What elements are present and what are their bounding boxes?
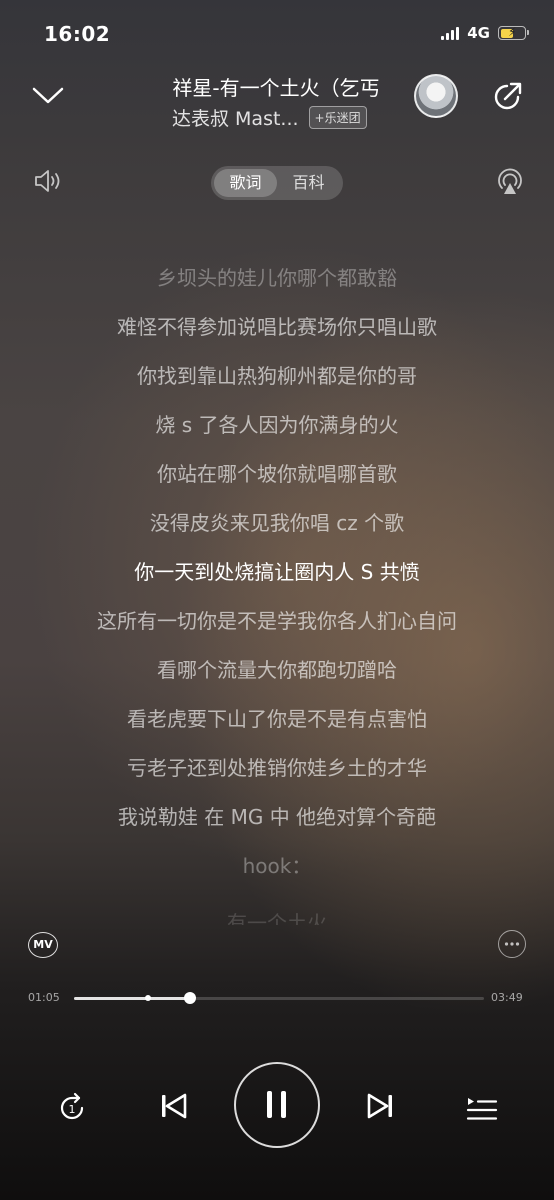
tab-wiki[interactable]: 百科 [277,169,340,197]
repeat-one-icon: 1 [60,1092,84,1120]
mv-button[interactable]: MV [28,932,58,958]
status-indicators: 4G ⚡ [441,24,529,42]
lyric-line-current[interactable]: 你一天到处烧搞让圈内人 S 共愤 [0,556,554,585]
repeat-count: 1 [69,1103,76,1116]
pause-button[interactable] [234,1062,320,1148]
lyric-line[interactable]: 亏老子还到处推销你娃乡土的才华 [0,752,554,781]
airplay-icon [498,168,522,194]
artist-name[interactable]: 达表叔 Mast... [172,104,299,131]
fan-club-button[interactable]: +乐迷团 [308,106,367,129]
lyric-line[interactable]: 难怪不得参加说唱比赛场你只唱山歌 [0,311,554,340]
lyric-line[interactable]: 你站在哪个坡你就唱哪首歌 [0,458,554,487]
previous-button[interactable] [156,1088,192,1124]
lyric-line[interactable]: 这所有一切你是不是学我你各人扪心自问 [0,605,554,634]
playlist-button[interactable] [464,1090,500,1126]
chevron-down-icon [32,87,64,104]
progress-slider[interactable] [74,992,484,1004]
progress-thumb[interactable] [184,992,197,1004]
progress-fill [74,997,191,1000]
song-title[interactable]: 祥星-有一个土火（乞丐 [140,72,412,101]
lyric-line[interactable]: 看哪个流量大你都跑切蹭哈 [0,654,554,683]
lyrics-tabs: 歌词 百科 [211,166,343,200]
lyric-line[interactable]: 看老虎要下山了你是不是有点害怕 [0,703,554,732]
volume-button[interactable] [32,166,64,196]
skip-previous-icon [162,1093,187,1119]
total-time: 03:49 [491,991,523,1004]
share-button[interactable] [490,80,524,114]
share-icon [494,82,522,110]
repeat-one-button[interactable]: 1 [54,1090,90,1126]
status-time: 16:02 [44,22,111,46]
network-type: 4G [467,24,490,42]
tab-lyrics[interactable]: 歌词 [214,169,277,197]
lyric-line[interactable]: 烧 s 了各人因为你满身的火 [0,409,554,438]
playlist-icon [466,1098,498,1120]
next-button[interactable] [362,1088,398,1124]
skip-next-icon [367,1093,392,1119]
battery-icon: ⚡ [498,25,529,40]
cast-button[interactable] [494,166,526,198]
lyric-line[interactable]: 没得皮炎来见我你唱 cz 个歌 [0,507,554,536]
collapse-button[interactable] [30,80,66,112]
lyric-line[interactable]: 有一个土火 [0,907,554,925]
more-icon [504,942,520,946]
artist-avatar[interactable] [414,74,458,118]
more-button[interactable] [498,930,526,958]
artist-row: 达表叔 Mast... +乐迷团 [172,104,367,131]
speaker-icon [35,170,60,192]
pause-icon [267,1091,286,1118]
signal-icon [441,26,460,40]
lyric-line[interactable]: hook： [0,850,554,879]
current-time: 01:05 [28,991,60,1004]
lyric-line[interactable]: 我说勒娃 在 MG 中 他绝对算个奇葩 [0,801,554,830]
lyric-line[interactable]: 你找到靠山热狗柳州都是你的哥 [0,360,554,389]
buffer-marker [144,995,151,1001]
lyric-line[interactable]: 乡坝头的娃儿你哪个都敢豁 [0,262,554,291]
